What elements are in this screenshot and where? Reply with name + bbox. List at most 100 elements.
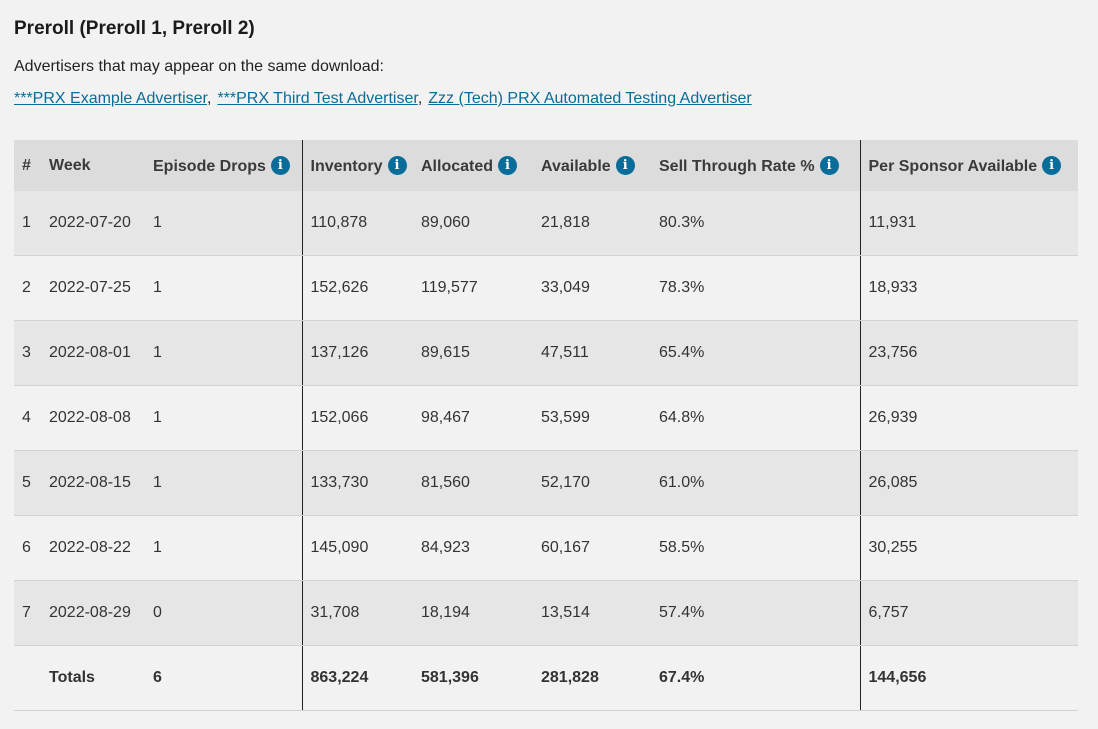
cell-allocated: 89,615 — [421, 320, 541, 386]
col-header-label: Sell Through Rate % — [659, 157, 815, 175]
cell-sell-through: 58.5% — [659, 515, 860, 581]
col-header-inventory[interactable]: Inventory i — [301, 140, 421, 191]
totals-sell-through: 67.4% — [659, 645, 860, 711]
cell-available: 60,167 — [541, 515, 659, 581]
cell-sell-through: 57.4% — [659, 580, 860, 646]
info-icon[interactable]: i — [387, 155, 407, 175]
cell-per-sponsor: 30,255 — [859, 515, 1078, 581]
cell-num: 5 — [14, 450, 49, 516]
cell-sell-through: 61.0% — [659, 450, 860, 516]
cell-sell-through: 64.8% — [659, 385, 860, 451]
cell-num: 3 — [14, 320, 49, 386]
cell-allocated: 119,577 — [421, 255, 541, 321]
cell-available: 33,049 — [541, 255, 659, 321]
cell-allocated: 18,194 — [421, 580, 541, 646]
cell-episode-drops: 1 — [153, 385, 302, 451]
info-icon[interactable]: i — [498, 155, 518, 175]
cell-inventory: 31,708 — [301, 580, 421, 646]
cell-per-sponsor: 6,757 — [859, 580, 1078, 646]
advertiser-links: ***PRX Example Advertiser, ***PRX Third T… — [14, 90, 752, 108]
col-header-label: # — [22, 156, 31, 174]
advertiser-link[interactable]: Zzz (Tech) PRX Automated Testing Adverti… — [428, 90, 751, 107]
cell-per-sponsor: 26,939 — [859, 385, 1078, 451]
cell-episode-drops: 1 — [153, 515, 302, 581]
cell-week: 2022-08-01 — [49, 320, 153, 386]
cell-sell-through: 80.3% — [659, 191, 860, 256]
inventory-panel: Preroll (Preroll 1, Preroll 2) Advertise… — [0, 0, 1098, 729]
info-icon[interactable]: i — [615, 155, 635, 175]
advertiser-link[interactable]: ***PRX Third Test Advertiser — [217, 90, 417, 107]
cell-week: 2022-08-15 — [49, 450, 153, 516]
cell-week: 2022-08-22 — [49, 515, 153, 581]
table-row: 1 2022-07-20 1 110,878 89,060 21,818 80.3% 11,9… — [14, 191, 1078, 256]
totals-num-cell — [14, 645, 49, 711]
totals-inventory: 863,224 — [301, 645, 421, 711]
cell-inventory: 145,090 — [301, 515, 421, 581]
col-header-label: Inventory — [310, 157, 383, 175]
table-header-row: # Week Episode Drops i Inventory i Allocat… — [14, 140, 1078, 191]
advertisers-label: Advertisers that may appear on the same … — [14, 58, 384, 75]
table-row: 4 2022-08-08 1 152,066 98,467 53,599 64.8% 26,9… — [14, 385, 1078, 451]
cell-inventory: 110,878 — [301, 191, 421, 256]
cell-num: 7 — [14, 580, 49, 646]
cell-num: 1 — [14, 191, 49, 256]
cell-week: 2022-08-08 — [49, 385, 153, 451]
col-header-episode-drops[interactable]: Episode Drops i — [153, 140, 302, 191]
table-row: 5 2022-08-15 1 133,730 81,560 52,170 61.0% 26,0… — [14, 450, 1078, 516]
cell-week: 2022-07-25 — [49, 255, 153, 321]
col-header-available[interactable]: Available i — [541, 140, 659, 191]
cell-num: 4 — [14, 385, 49, 451]
cell-available: 52,170 — [541, 450, 659, 516]
cell-available: 53,599 — [541, 385, 659, 451]
cell-inventory: 152,626 — [301, 255, 421, 321]
cell-num: 6 — [14, 515, 49, 581]
totals-label: Totals — [49, 645, 153, 711]
col-header-week[interactable]: Week — [49, 140, 153, 191]
col-header-per-sponsor[interactable]: Per Sponsor Available i — [859, 140, 1078, 191]
info-icon[interactable]: i — [1042, 155, 1062, 175]
cell-allocated: 89,060 — [421, 191, 541, 256]
cell-episode-drops: 0 — [153, 580, 302, 646]
col-header-label: Allocated — [421, 157, 494, 175]
cell-inventory: 152,066 — [301, 385, 421, 451]
cell-per-sponsor: 11,931 — [859, 191, 1078, 256]
table-row: 7 2022-08-29 0 31,708 18,194 13,514 57.4% 6,757 — [14, 580, 1078, 646]
comma-separator: , — [206, 90, 212, 107]
cell-allocated: 98,467 — [421, 385, 541, 451]
info-icon[interactable]: i — [819, 155, 839, 175]
col-header-label: Week — [49, 156, 91, 174]
cell-week: 2022-07-20 — [49, 191, 153, 256]
cell-available: 21,818 — [541, 191, 659, 256]
cell-episode-drops: 1 — [153, 320, 302, 386]
totals-per-sponsor: 144,656 — [859, 645, 1078, 711]
cell-episode-drops: 1 — [153, 450, 302, 516]
col-header-label: Per Sponsor Available — [868, 157, 1038, 175]
table-row: 6 2022-08-22 1 145,090 84,923 60,167 58.5% 30,2… — [14, 515, 1078, 581]
cell-num: 2 — [14, 255, 49, 321]
col-header-allocated[interactable]: Allocated i — [421, 140, 541, 191]
cell-per-sponsor: 18,933 — [859, 255, 1078, 321]
col-header-label: Episode Drops — [153, 157, 266, 175]
cell-sell-through: 65.4% — [659, 320, 860, 386]
cell-inventory: 137,126 — [301, 320, 421, 386]
cell-inventory: 133,730 — [301, 450, 421, 516]
cell-per-sponsor: 26,085 — [859, 450, 1078, 516]
totals-row: Totals 6 863,224 581,396 281,828 67.4% 1… — [14, 645, 1078, 711]
cell-sell-through: 78.3% — [659, 255, 860, 321]
totals-drops: 6 — [153, 645, 302, 711]
col-header-label: Available — [541, 157, 611, 175]
table-row: 3 2022-08-01 1 137,126 89,615 47,511 65.4% 23,7… — [14, 320, 1078, 386]
col-header-sell-through[interactable]: Sell Through Rate % i — [659, 140, 860, 191]
table-row: 2 2022-07-25 1 152,626 119,577 33,049 78.3% 18,… — [14, 255, 1078, 321]
cell-week: 2022-08-29 — [49, 580, 153, 646]
totals-allocated: 581,396 — [421, 645, 541, 711]
inventory-table: # Week Episode Drops i Inventory i Allocat… — [14, 140, 1078, 711]
cell-allocated: 84,923 — [421, 515, 541, 581]
col-header-num: # — [14, 140, 49, 191]
info-icon[interactable]: i — [270, 155, 290, 175]
cell-available: 13,514 — [541, 580, 659, 646]
advertiser-link[interactable]: ***PRX Example Advertiser — [14, 90, 207, 107]
cell-episode-drops: 1 — [153, 191, 302, 256]
cell-available: 47,511 — [541, 320, 659, 386]
cell-allocated: 81,560 — [421, 450, 541, 516]
